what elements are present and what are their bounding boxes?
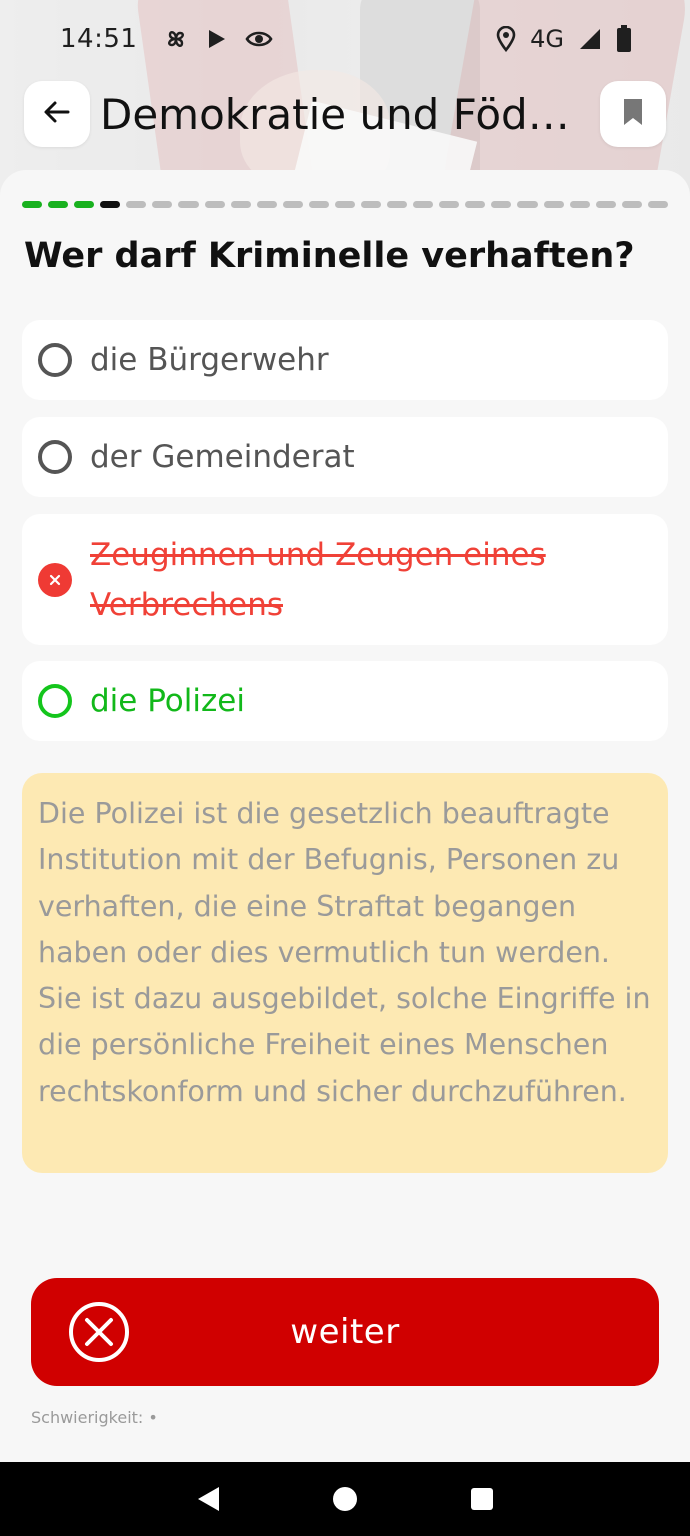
bookmark-button[interactable] (600, 81, 666, 147)
progress-segment (517, 201, 538, 208)
progress-segment (48, 201, 69, 208)
progress-segment (126, 201, 147, 208)
status-icons-left (163, 26, 273, 52)
answer-option-2[interactable]: der Gemeinderat (22, 417, 668, 497)
answer-option-4[interactable]: die Polizei (22, 661, 668, 741)
x-circle-icon (67, 1300, 131, 1364)
progress-segment (100, 201, 121, 208)
progress-segment (543, 201, 564, 208)
question-card: Wer darf Kriminelle verhaften? die Bürge… (0, 170, 690, 1462)
answer-option-1[interactable]: die Bürgerwehr (22, 320, 668, 400)
nav-home-icon[interactable] (325, 1479, 365, 1519)
progress-segment (256, 201, 277, 208)
progress-segment (647, 201, 668, 208)
progress-segment (413, 201, 434, 208)
wrong-x-icon (38, 562, 72, 597)
answer-text: der Gemeinderat (90, 439, 355, 475)
explanation-box: Die Polizei ist die gesetzlich beauftrag… (22, 773, 668, 1173)
progress-segment (334, 201, 356, 208)
progress-segment (204, 201, 225, 208)
progress-segment (621, 201, 642, 208)
answer-text: die Polizei (90, 683, 245, 719)
radio-icon (38, 343, 72, 377)
progress-segment (465, 201, 486, 208)
status-time: 14:51 (60, 24, 138, 54)
progress-segment (74, 201, 95, 208)
nav-back-icon[interactable] (188, 1479, 228, 1519)
progress-segment (569, 201, 590, 208)
answer-text: Zeuginnen und Zeugen eines Verbrechens (90, 536, 546, 623)
progress-segment (387, 201, 408, 208)
difficulty-label: Schwierigkeit: • (31, 1408, 158, 1427)
play-store-icon (207, 28, 227, 50)
pinwheel-icon (163, 26, 189, 52)
progress-segment (439, 201, 460, 208)
progress-segment (230, 201, 251, 208)
battery-icon (616, 25, 632, 53)
progress-segment (595, 201, 616, 208)
progress-segment (491, 201, 512, 208)
network-type: 4G (530, 25, 564, 53)
question-text: Wer darf Kriminelle verhaften? (24, 236, 635, 276)
progress-segment (178, 201, 199, 208)
progress-segment (22, 201, 43, 208)
progress-segment (361, 201, 382, 208)
page-title: Demokratie und Föderalismus (100, 89, 590, 139)
progress-segment (308, 201, 329, 208)
radio-icon (38, 684, 72, 718)
back-button[interactable] (24, 81, 90, 147)
answer-text: die Bürgerwehr (90, 342, 329, 378)
bookmark-icon (621, 97, 645, 131)
signal-icon (578, 27, 602, 51)
progress-segment (282, 201, 303, 208)
location-icon (496, 26, 516, 52)
nav-recents-icon[interactable] (462, 1479, 502, 1519)
progress-segment (152, 201, 173, 208)
eye-icon (245, 29, 273, 49)
top-app-bar: Demokratie und Föderalismus (24, 80, 666, 148)
radio-icon (38, 440, 72, 474)
system-nav-bar (0, 1462, 690, 1536)
status-bar: 14:51 4G (0, 0, 690, 78)
arrow-left-icon (42, 97, 72, 131)
status-icons-right: 4G (496, 25, 632, 53)
answer-option-3[interactable]: Zeuginnen und Zeugen eines Verbrechens (22, 514, 668, 645)
progress-bar (22, 201, 668, 209)
next-button[interactable]: weiter (31, 1278, 659, 1386)
